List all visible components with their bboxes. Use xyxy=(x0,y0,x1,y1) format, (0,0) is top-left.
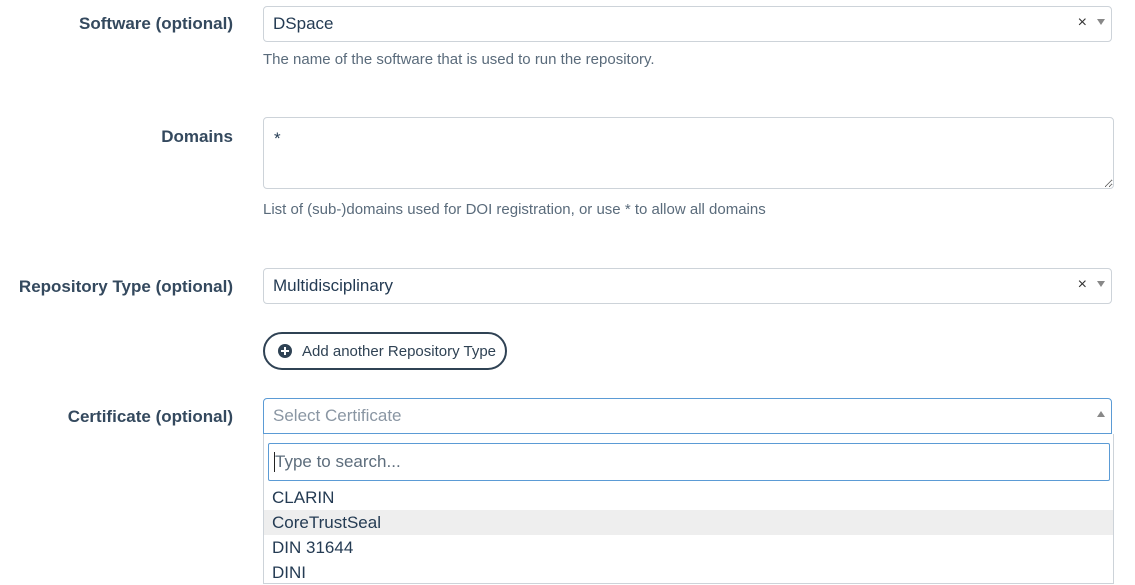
software-label: Software (optional) xyxy=(79,14,233,33)
software-chevron-down-icon[interactable] xyxy=(1097,19,1105,25)
software-selected-value: DSpace xyxy=(273,14,334,33)
certificate-search-placeholder: Type to search... xyxy=(275,452,401,471)
domains-textarea[interactable] xyxy=(263,117,1114,189)
repository-type-select[interactable]: Multidisciplinary × xyxy=(263,268,1112,304)
software-help-text: The name of the software that is used to… xyxy=(263,51,655,68)
add-repository-type-label: Add another Repository Type xyxy=(302,342,497,360)
domains-help-text: List of (sub-)domains used for DOI regis… xyxy=(263,201,766,218)
software-select[interactable]: DSpace × xyxy=(263,6,1112,42)
certificate-option-clarin[interactable]: CLARIN xyxy=(264,485,1113,510)
certificate-dropdown: Type to search... CLARIN CoreTrustSeal D… xyxy=(263,434,1114,584)
certificate-placeholder: Select Certificate xyxy=(273,406,402,425)
certificate-option-din-31644[interactable]: DIN 31644 xyxy=(264,535,1113,560)
domains-label: Domains xyxy=(161,127,233,146)
certificate-search-input[interactable]: Type to search... xyxy=(268,443,1110,481)
certificate-option-dini[interactable]: DINI xyxy=(264,560,1113,585)
certificate-option-coretrustseal[interactable]: CoreTrustSeal xyxy=(264,510,1113,535)
plus-circle-icon xyxy=(278,344,292,358)
repository-type-clear-icon[interactable]: × xyxy=(1078,276,1087,294)
software-clear-icon[interactable]: × xyxy=(1078,14,1087,32)
repository-type-label: Repository Type (optional) xyxy=(18,277,233,296)
add-repository-type-button[interactable]: Add another Repository Type xyxy=(263,332,507,370)
text-caret xyxy=(274,452,275,472)
repository-type-chevron-down-icon[interactable] xyxy=(1097,281,1105,287)
certificate-label: Certificate (optional) xyxy=(67,407,233,426)
certificate-select[interactable]: Select Certificate xyxy=(263,398,1112,434)
repository-type-selected-value: Multidisciplinary xyxy=(273,276,393,295)
certificate-chevron-up-icon[interactable] xyxy=(1097,411,1105,417)
